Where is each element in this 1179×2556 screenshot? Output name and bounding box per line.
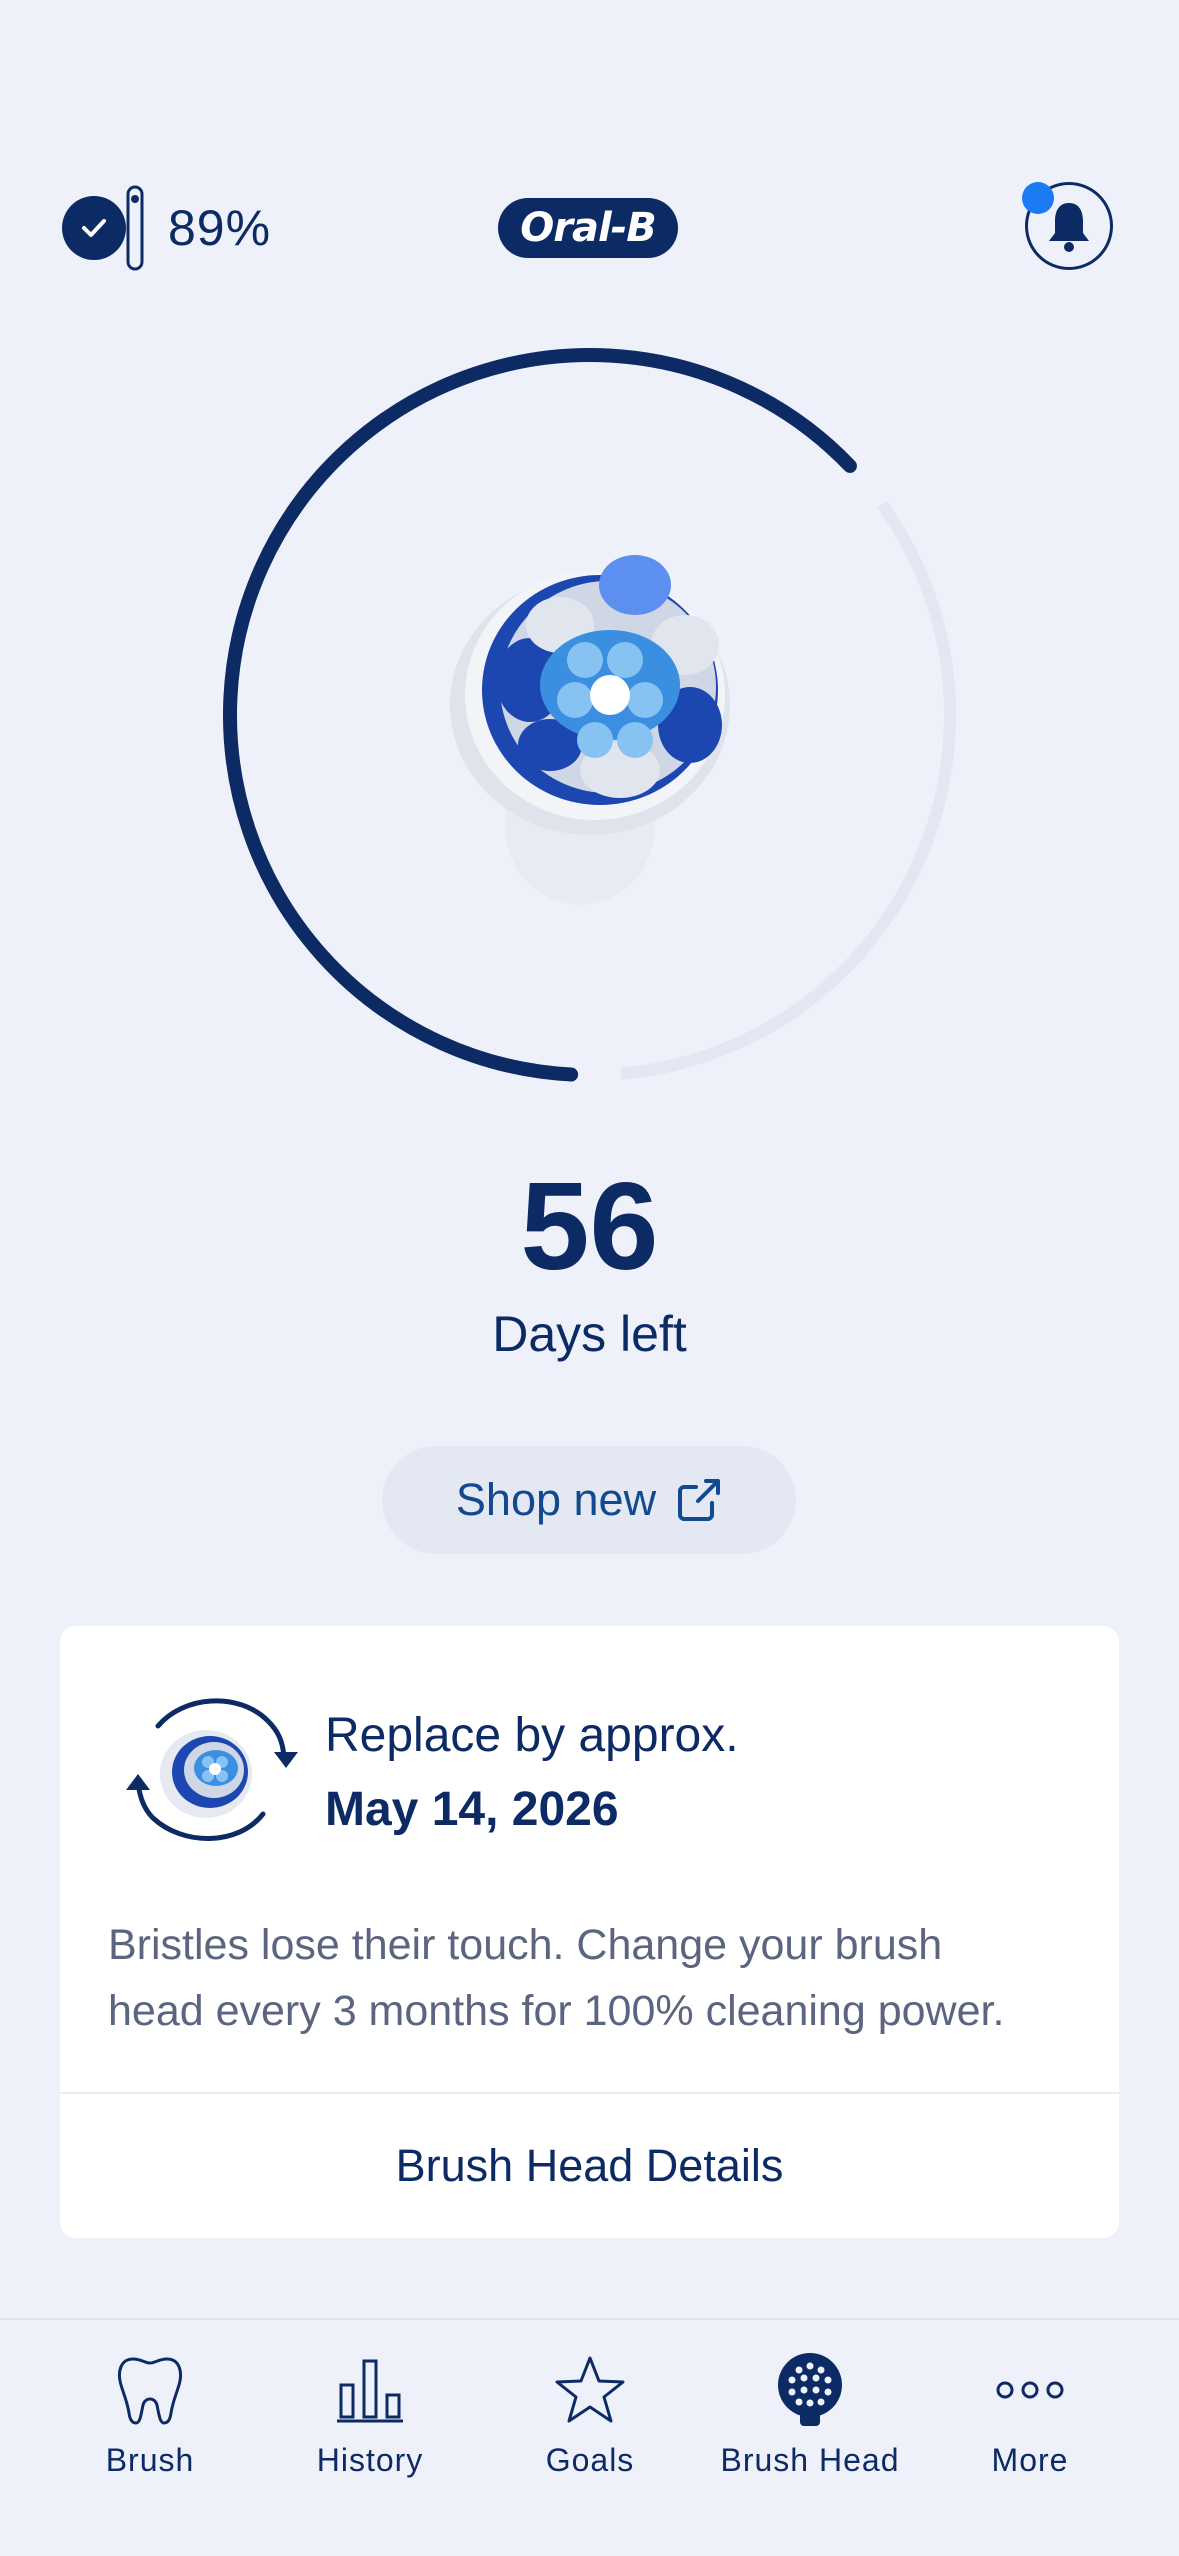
brand-logo: Oral-B — [498, 198, 678, 258]
nav-item-brush-head[interactable]: Brush Head — [700, 2350, 920, 2500]
star-icon — [550, 2350, 630, 2430]
nav-item-brush[interactable]: Brush — [40, 2350, 260, 2500]
nav-label: More — [991, 2442, 1069, 2478]
tooth-icon — [110, 2350, 190, 2430]
days-left-count: 56 — [520, 1158, 659, 1296]
bottom-nav: Brush History Goals Brush Head More — [0, 2318, 1179, 2556]
description-line: Bristles lose their touch. Change your b… — [108, 1921, 943, 1969]
brush-head-life-ring — [223, 348, 957, 1082]
nav-item-more[interactable]: More — [920, 2350, 1140, 2500]
replace-date: May 14, 2026 — [325, 1783, 619, 1836]
bell-icon — [1049, 203, 1089, 252]
nav-item-history[interactable]: History — [260, 2350, 480, 2500]
replace-description: Bristles lose their touch. Change your b… — [108, 1912, 1108, 2044]
replace-label: Replace by approx. — [325, 1709, 739, 1762]
nav-item-goals[interactable]: Goals — [480, 2350, 700, 2500]
details-label: Brush Head Details — [395, 2140, 784, 2191]
more-dots-icon — [990, 2350, 1070, 2430]
shop-new-button[interactable]: Shop new — [382, 1446, 796, 1554]
checkmark-icon — [62, 196, 126, 260]
battery-percent: 89% — [168, 200, 272, 256]
nav-label: Goals — [545, 2442, 635, 2478]
days-left-label: Days left — [492, 1306, 687, 1362]
toothbrush-icon — [126, 185, 144, 271]
nav-label: Brush Head — [720, 2442, 900, 2478]
nav-label: History — [316, 2442, 424, 2478]
brand-name: Oral-B — [520, 205, 657, 251]
brush-head-icon — [770, 2350, 850, 2430]
replace-cycle-icon — [126, 1698, 298, 1841]
brush-head-illustration — [450, 555, 730, 905]
shop-new-label: Shop new — [455, 1474, 657, 1525]
brush-head-details-button[interactable]: Brush Head Details — [60, 2094, 1119, 2238]
external-link-icon — [678, 1479, 721, 1521]
replace-card: Replace by approx. May 14, 2026 Bristles… — [60, 1626, 1119, 2238]
battery-indicator[interactable]: 89% — [62, 180, 271, 276]
description-line: head every 3 months for 100% cleaning po… — [108, 1987, 1005, 2035]
bar-chart-icon — [330, 2350, 410, 2430]
notification-badge — [1022, 182, 1054, 214]
nav-label: Brush — [105, 2442, 195, 2478]
